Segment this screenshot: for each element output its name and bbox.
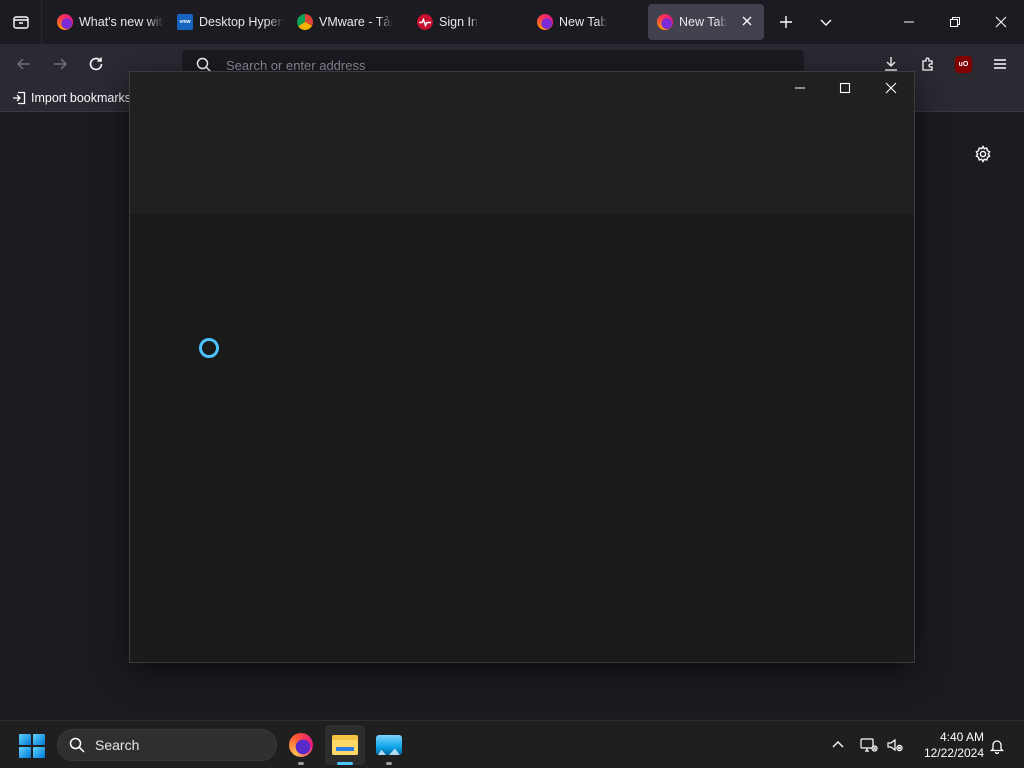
speaker-muted-icon xyxy=(887,738,903,752)
search-label: Search xyxy=(95,737,140,753)
import-bookmarks-button[interactable]: Import bookmarks... xyxy=(12,91,141,105)
tab-desktop-hypervisor[interactable]: vmw Desktop Hypervisor xyxy=(168,4,284,40)
browser-tab-strip: What's new with Firefox vmw Desktop Hype… xyxy=(0,0,1024,44)
windows-logo-icon xyxy=(19,734,31,745)
start-button[interactable] xyxy=(19,734,45,758)
extensions-button[interactable] xyxy=(916,52,940,76)
volume-button[interactable] xyxy=(884,735,906,755)
vmware-icon: vmw xyxy=(177,14,193,30)
firefox-icon xyxy=(289,733,313,757)
show-hidden-icons-button[interactable] xyxy=(828,735,848,755)
puzzle-icon xyxy=(922,57,933,71)
loading-spinner-icon xyxy=(199,338,219,358)
taskbar-search-box[interactable]: Search xyxy=(57,729,277,761)
tab-whats-new[interactable]: What's new with Firefox xyxy=(48,4,164,40)
photos-icon xyxy=(376,735,402,755)
firefox-icon xyxy=(57,14,73,30)
tab-sign-in[interactable]: Sign In xyxy=(408,4,524,40)
browser-minimize-button[interactable] xyxy=(897,10,921,34)
import-icon xyxy=(13,91,26,105)
close-tab-icon[interactable] xyxy=(740,14,754,28)
dialog-minimize-button[interactable] xyxy=(785,76,815,100)
arrow-right-icon xyxy=(54,58,68,70)
loading-dialog-window xyxy=(129,71,915,663)
close-icon xyxy=(995,16,1007,28)
bell-icon xyxy=(989,740,1005,754)
network-icon xyxy=(860,738,878,752)
forward-button[interactable] xyxy=(48,52,72,76)
file-explorer-icon xyxy=(332,735,358,755)
gear-icon xyxy=(975,145,991,163)
ublock-origin-icon[interactable]: uO xyxy=(955,56,972,73)
dialog-close-button[interactable] xyxy=(876,76,906,100)
notification-center-button[interactable] xyxy=(986,735,1008,757)
pulse-icon xyxy=(417,14,433,30)
tab-new-tab[interactable]: New Tab xyxy=(528,4,644,40)
taskbar-app-photos[interactable] xyxy=(369,725,409,765)
clock-time: 4:40 AM xyxy=(939,730,984,744)
maximize-icon xyxy=(839,82,851,94)
close-icon xyxy=(885,82,897,94)
tab-label: What's new with Firefox xyxy=(79,15,164,29)
new-tab-settings-button[interactable] xyxy=(972,143,994,165)
restore-icon xyxy=(950,17,960,27)
tab-label: Sign In xyxy=(439,15,478,29)
chevron-down-icon xyxy=(820,19,832,26)
browser-close-button[interactable] xyxy=(989,10,1013,34)
active-indicator xyxy=(337,762,353,765)
search-icon xyxy=(69,737,85,753)
minimize-icon xyxy=(904,21,914,23)
plus-icon xyxy=(780,16,792,28)
clock-date: 12/22/2024 xyxy=(923,746,984,760)
list-all-tabs-button[interactable] xyxy=(814,10,838,34)
tab-label: New Tab xyxy=(679,15,728,29)
tab-list-icon xyxy=(12,16,29,29)
system-clock[interactable]: 4:40 AM 12/22/2024 xyxy=(912,729,984,761)
chevron-up-icon xyxy=(832,741,844,748)
tab-new-tab-active[interactable]: New Tab xyxy=(648,4,764,40)
tab-vmware-download[interactable]: VMware - Tải xyxy=(288,4,404,40)
browser-restore-button[interactable] xyxy=(943,10,967,34)
hamburger-menu-icon xyxy=(994,59,1006,69)
network-status-button[interactable] xyxy=(858,735,880,755)
chrome-icon xyxy=(297,14,313,30)
back-button[interactable] xyxy=(12,52,36,76)
tab-label: Desktop Hypervisor xyxy=(199,15,284,29)
tab-label: VMware - Tải xyxy=(319,15,394,29)
reload-button[interactable] xyxy=(84,52,108,76)
minimize-icon xyxy=(795,87,805,89)
firefox-icon xyxy=(657,14,673,30)
firefox-icon xyxy=(537,14,553,30)
new-tab-button[interactable] xyxy=(774,10,798,34)
taskbar: Search 4:40 AM 12/22/2024 xyxy=(0,720,1024,768)
tab-label: New Tab xyxy=(559,15,608,29)
import-bookmarks-label: Import bookmarks... xyxy=(31,91,142,105)
taskbar-app-firefox[interactable] xyxy=(281,725,321,765)
arrow-left-icon xyxy=(16,58,30,70)
reload-icon xyxy=(89,57,103,71)
running-indicator xyxy=(298,762,304,765)
running-indicator xyxy=(386,762,392,765)
dialog-maximize-button[interactable] xyxy=(830,76,860,100)
download-icon xyxy=(885,57,897,71)
app-menu-button[interactable] xyxy=(988,52,1012,76)
taskbar-app-file-explorer[interactable] xyxy=(325,725,365,765)
tab-list-button[interactable] xyxy=(0,0,42,44)
